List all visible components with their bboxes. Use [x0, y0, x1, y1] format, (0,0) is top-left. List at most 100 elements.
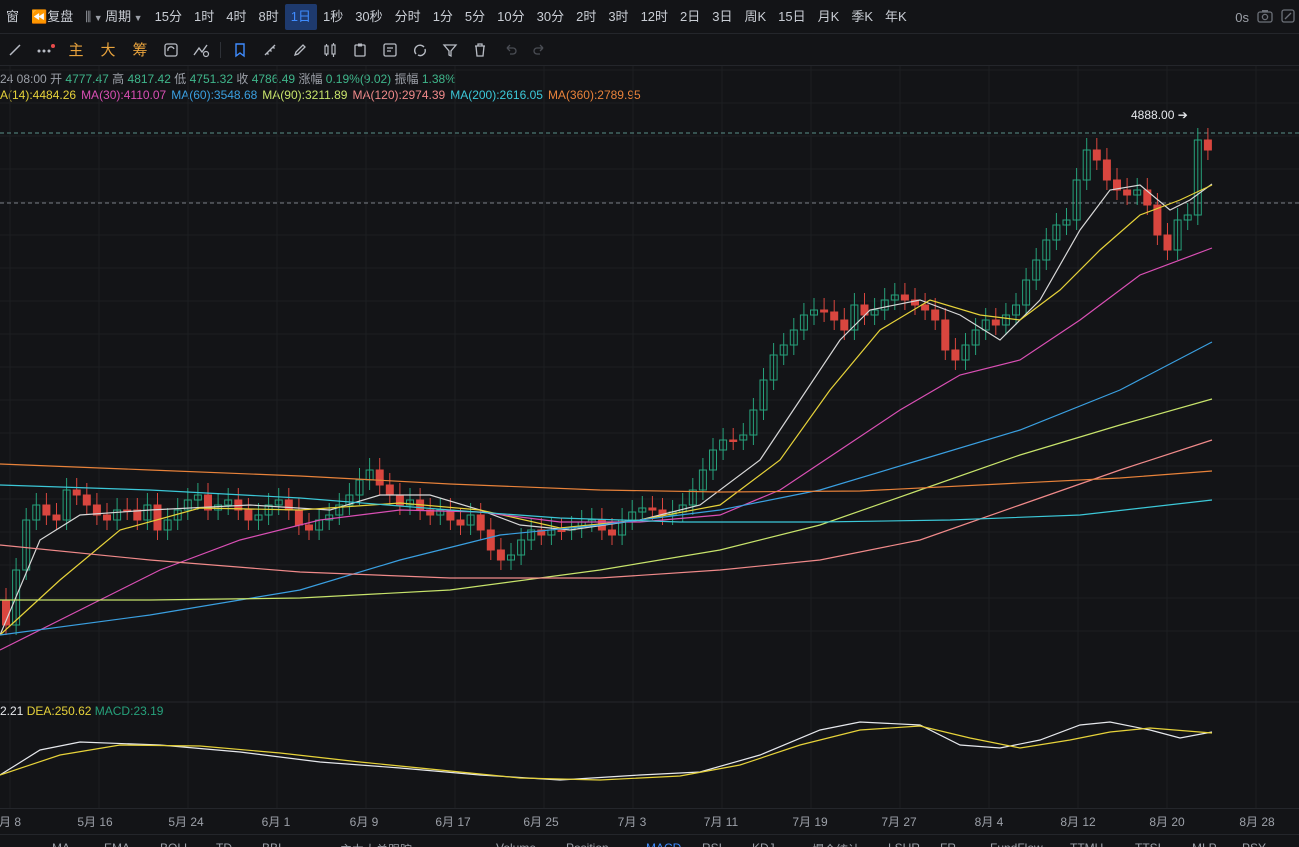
camera-icon[interactable] — [1257, 9, 1273, 26]
filter-icon[interactable] — [435, 36, 465, 64]
candle-body — [648, 507, 657, 511]
clipboard-icon[interactable] — [345, 36, 375, 64]
indicator-tab-6[interactable]: Volume — [496, 841, 536, 847]
pen-icon[interactable] — [285, 36, 315, 64]
edit-icon[interactable] — [1281, 8, 1295, 26]
period-4[interactable]: 1日 — [284, 3, 317, 30]
period-label: 周期 — [105, 8, 132, 24]
candle-body — [476, 514, 485, 531]
indicator-settings-icon[interactable] — [186, 36, 216, 64]
rewind-icon: ⏪ — [31, 8, 48, 24]
candle-body — [52, 514, 61, 521]
period-0[interactable]: 15分 — [149, 4, 188, 30]
redo-icon[interactable] — [525, 36, 555, 64]
period-19[interactable]: 月K — [812, 4, 846, 30]
sync-icon[interactable] — [156, 36, 186, 64]
indicator-tab-9[interactable]: RSI — [702, 841, 722, 847]
kline-chart[interactable] — [0, 66, 1299, 808]
candle-body — [82, 494, 91, 506]
candle-body — [840, 319, 849, 331]
candle-body — [729, 439, 738, 442]
candlestick-icon[interactable] — [315, 36, 345, 64]
replay-button[interactable]: ⏪复盘 — [25, 4, 79, 30]
ruler-icon[interactable] — [255, 36, 285, 64]
period-14[interactable]: 12时 — [635, 4, 674, 30]
trash-icon[interactable] — [465, 36, 495, 64]
period-12[interactable]: 2时 — [570, 4, 602, 30]
indicator-tab-1[interactable]: EMA — [104, 841, 130, 847]
period-8[interactable]: 1分 — [427, 4, 459, 30]
period-21[interactable]: 年K — [879, 4, 913, 30]
period-toolbar: 窗 ⏪复盘 ⫼ ▼ 周期 ▼ 15分 1时 4时 8时 1日 1秒 30秒 分时 1分 5分 10分… — [0, 0, 1299, 34]
indicator-tab-16[interactable]: TTSI — [1135, 841, 1161, 847]
candle-body — [1123, 189, 1132, 196]
x-label-14: 8月 28 — [1239, 815, 1275, 829]
candle-body — [900, 294, 909, 301]
indicator-tab-3[interactable]: TD — [216, 841, 232, 847]
high-price-value: 4888.00 — [1131, 108, 1175, 122]
period-5[interactable]: 1秒 — [317, 4, 349, 30]
period-13[interactable]: 3时 — [602, 4, 634, 30]
x-label-6: 6月 25 — [523, 815, 559, 829]
period-6[interactable]: 30秒 — [349, 4, 388, 30]
candle-body — [486, 529, 495, 551]
indicator-tab-5[interactable]: 主力大单跟踪 — [340, 841, 412, 847]
period-7[interactable]: 分时 — [389, 4, 427, 30]
high-price-marker: 4888.00 ➔ — [1131, 108, 1188, 122]
indicator-tab-2[interactable]: BOLL — [160, 841, 191, 847]
dea-label: DEA: — [26, 704, 55, 718]
period-3[interactable]: 8时 — [253, 4, 285, 30]
period-dropdown[interactable]: ⫼ ▼ 周期 ▼ — [79, 4, 148, 30]
period-15[interactable]: 2日 — [674, 4, 706, 30]
ma30-line — [0, 247, 1213, 651]
magnet-icon[interactable] — [405, 36, 435, 64]
x-label-0: 月 8 — [0, 815, 22, 829]
period-2[interactable]: 4时 — [220, 4, 252, 30]
macd-label: MACD: — [94, 704, 134, 718]
toolbar-divider — [220, 41, 221, 58]
bookmark-icon[interactable] — [225, 36, 255, 64]
candle-body — [1092, 149, 1101, 161]
undo-icon[interactable] — [495, 36, 525, 64]
indicator-tab-8[interactable]: MACD — [646, 841, 681, 847]
period-10[interactable]: 10分 — [491, 4, 530, 30]
window-button[interactable]: 窗 — [0, 4, 25, 30]
main-indicator-button[interactable]: 主 — [60, 36, 92, 64]
period-20[interactable]: 季K — [845, 4, 879, 30]
indicator-tab-4[interactable]: BBI — [262, 841, 281, 847]
period-9[interactable]: 5分 — [459, 4, 491, 30]
candle-body — [991, 319, 1000, 326]
more-icon[interactable] — [30, 36, 60, 64]
note-icon[interactable] — [375, 36, 405, 64]
indicator-tab-11[interactable]: 爆仓统计 — [812, 841, 860, 847]
x-axis: 月 8 5月 16 5月 24 6月 1 6月 9 6月 17 6月 25 7月 3 7月 11… — [0, 808, 1299, 830]
period-17[interactable]: 周K — [739, 4, 773, 30]
period-18[interactable]: 15日 — [772, 4, 811, 30]
chip-button[interactable]: 筹 — [124, 36, 156, 64]
period-1[interactable]: 1时 — [188, 4, 220, 30]
indicator-tab-17[interactable]: MLP — [1192, 841, 1217, 847]
period-list: 15分 1时 4时 8时 1日 1秒 30秒 分时 1分 5分 10分 30分 2时 3时 12时 2日 3日周… — [149, 3, 913, 30]
large-order-button[interactable]: 大 — [92, 36, 124, 64]
indicator-tab-14[interactable]: FundFlow — [990, 841, 1043, 847]
candle-body — [42, 504, 51, 516]
x-label-2: 5月 24 — [168, 815, 204, 829]
candle-body — [1102, 159, 1111, 181]
period-11[interactable]: 30分 — [531, 4, 570, 30]
candle-body — [1143, 189, 1152, 206]
x-label-1: 5月 16 — [77, 815, 113, 829]
indicator-tab-10[interactable]: KDJ — [752, 841, 775, 847]
candle-body — [921, 304, 930, 311]
indicator-tab-18[interactable]: PSY — [1242, 841, 1266, 847]
candle-body — [557, 529, 566, 532]
period-16[interactable]: 3日 — [706, 4, 738, 30]
candle-body — [103, 514, 111, 521]
indicator-tab-13[interactable]: FR — [940, 841, 956, 847]
ma360-line — [0, 463, 1213, 493]
trend-line-icon[interactable] — [0, 36, 30, 64]
indicator-tab-0[interactable]: MA — [52, 841, 70, 847]
indicator-tab-12[interactable]: LSUR — [888, 841, 920, 847]
indicator-tab-15[interactable]: TTMU — [1070, 841, 1103, 847]
indicator-tab-7[interactable]: Position — [566, 841, 609, 847]
x-label-3: 6月 1 — [261, 815, 291, 829]
